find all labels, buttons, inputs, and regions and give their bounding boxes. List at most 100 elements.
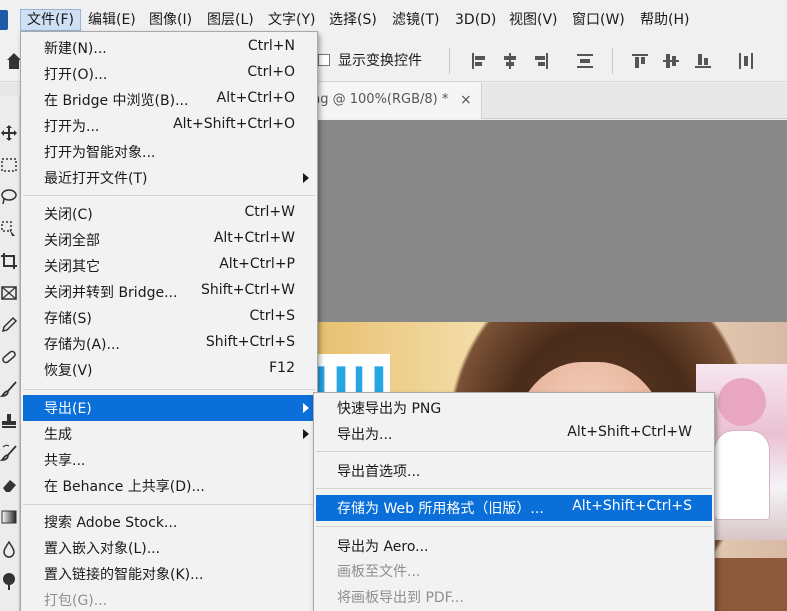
menu-window[interactable]: 窗口(W) [566,9,631,31]
menu-item-search-adobe-stock[interactable]: 搜索 Adobe Stock... [23,509,315,535]
menu-3d[interactable]: 3D(D) [449,9,502,31]
menu-select[interactable]: 选择(S) [323,9,383,31]
menu-item-label: 在 Behance 上共享(D)... [44,479,205,495]
menu-image[interactable]: 图像(I) [143,9,198,31]
menu-item-close-and-go-to-bridge[interactable]: 关闭并转到 Bridge... Shift+Ctrl+W [23,279,315,305]
options-separator [612,48,613,74]
menu-item-label: 关闭其它 [44,259,100,275]
document-tab[interactable]: ng @ 100%(RGB/8) * × [300,83,482,119]
menu-item-export-preferences[interactable]: 导出首选项... [316,458,712,484]
menu-item-label: 生成 [44,427,72,443]
menu-item-shortcut: Alt+Shift+Ctrl+O [173,116,295,132]
menu-item-label: 存储为 Web 所用格式（旧版）... [337,501,544,517]
export-submenu: 快速导出为 PNG 导出为... Alt+Shift+Ctrl+W 导出首选项..… [313,392,715,611]
align-left-icon[interactable] [469,51,489,71]
menu-item-shortcut: Ctrl+S [249,308,295,324]
tools-panel [0,96,20,611]
dodge-tool-icon[interactable] [0,572,18,590]
eyedropper-tool-icon[interactable] [0,316,18,334]
menu-item-open-as-smart-object[interactable]: 打开为智能对象... [23,139,315,165]
menu-item-shortcut: Alt+Shift+Ctrl+W [567,424,692,440]
menu-item-artboards-to-files[interactable]: 画板至文件... [316,558,712,584]
menu-filter[interactable]: 滤镜(T) [386,9,445,31]
menu-item-label: 置入嵌入对象(L)... [44,541,161,557]
menu-item-generate[interactable]: 生成 [23,421,315,447]
photoshop-logo-icon [0,10,8,30]
menu-item-new[interactable]: 新建(N)... Ctrl+N [23,35,315,61]
frame-tool-icon[interactable] [0,284,18,302]
menu-item-share-on-behance[interactable]: 在 Behance 上共享(D)... [23,473,315,499]
menu-item-close-others[interactable]: 关闭其它 Alt+Ctrl+P [23,253,315,279]
menu-item-open[interactable]: 打开(O)... Ctrl+O [23,61,315,87]
gradient-tool-icon[interactable] [0,508,18,526]
menu-item-export[interactable]: 导出(E) [23,395,315,421]
menu-item-artboards-to-pdf[interactable]: 将画板导出到 PDF... [316,584,712,610]
marquee-tool-icon[interactable] [0,156,18,174]
show-transform-controls-checkbox[interactable] [318,54,330,66]
menu-edit[interactable]: 编辑(E) [82,9,142,31]
image-anime-head [718,378,766,426]
blur-tool-icon[interactable] [0,540,18,558]
menu-item-save-as[interactable]: 存储为(A)... Shift+Ctrl+S [23,331,315,357]
menu-item-label: 导出为... [337,427,393,443]
menu-item-save-for-web-legacy[interactable]: 存储为 Web 所用格式（旧版）... Alt+Shift+Ctrl+S [316,495,712,521]
menu-item-label: 关闭全部 [44,233,100,249]
menu-item-label: 关闭(C) [44,207,93,223]
menu-item-place-linked[interactable]: 置入链接的智能对象(K)... [23,561,315,587]
clone-stamp-tool-icon[interactable] [0,412,18,430]
menu-item-label: 将画板导出到 PDF... [337,590,464,606]
align-right-icon[interactable] [531,51,551,71]
menu-layer[interactable]: 图层(L) [201,9,260,31]
align-horizontal-center-icon[interactable] [500,51,520,71]
menu-item-open-as[interactable]: 打开为... Alt+Shift+Ctrl+O [23,113,315,139]
align-vertical-center-icon[interactable] [661,51,681,71]
menu-item-package[interactable]: 打包(G)... [23,587,315,611]
menu-separator [316,526,712,527]
lasso-tool-icon[interactable] [0,188,18,206]
menu-item-label: 导出首选项... [337,464,421,480]
menu-view[interactable]: 视图(V) [503,9,564,31]
align-top-icon[interactable] [630,51,650,71]
menu-item-close-all[interactable]: 关闭全部 Alt+Ctrl+W [23,227,315,253]
brush-tool-icon[interactable] [0,380,18,398]
object-selection-tool-icon[interactable] [0,220,18,238]
menu-file[interactable]: 文件(F) [20,9,81,31]
healing-brush-tool-icon[interactable] [0,348,18,366]
distribute-vertical-icon[interactable] [575,51,595,71]
menu-item-share[interactable]: 共享... [23,447,315,473]
menu-item-save[interactable]: 存储(S) Ctrl+S [23,305,315,331]
align-bottom-icon[interactable] [693,51,713,71]
menu-item-label: 共享... [44,453,86,469]
menu-item-shortcut: Alt+Shift+Ctrl+S [572,498,692,514]
menu-item-quick-export-png[interactable]: 快速导出为 PNG [316,395,712,421]
submenu-arrow-icon [303,429,309,439]
menu-item-close[interactable]: 关闭(C) Ctrl+W [23,201,315,227]
crop-tool-icon[interactable] [0,252,18,270]
menu-item-shortcut: F12 [269,360,295,376]
menu-item-open-recent[interactable]: 最近打开文件(T) [23,165,315,191]
menu-item-label: 关闭并转到 Bridge... [44,285,178,301]
history-brush-tool-icon[interactable] [0,444,18,462]
menu-item-browse-in-bridge[interactable]: 在 Bridge 中浏览(B)... Alt+Ctrl+O [23,87,315,113]
tab-close-icon[interactable]: × [460,92,472,108]
menu-item-label: 打开(O)... [44,67,108,83]
menu-item-label: 恢复(V) [44,363,93,379]
menu-item-label: 在 Bridge 中浏览(B)... [44,93,189,109]
menu-item-shortcut: Ctrl+N [247,38,295,54]
menu-item-place-embedded[interactable]: 置入嵌入对象(L)... [23,535,315,561]
menu-item-export-as[interactable]: 导出为... Alt+Shift+Ctrl+W [316,421,712,447]
menu-item-export-to-aero[interactable]: 导出为 Aero... [316,533,712,559]
distribute-horizontal-icon[interactable] [736,51,756,71]
menu-item-revert[interactable]: 恢复(V) F12 [23,357,315,383]
menu-type[interactable]: 文字(Y) [262,9,321,31]
move-tool-icon[interactable] [0,124,18,142]
menu-item-label: 置入链接的智能对象(K)... [44,567,204,583]
menu-item-shortcut: Alt+Ctrl+P [219,256,295,272]
menu-item-label: 打开为... [44,119,100,135]
menu-item-shortcut: Ctrl+O [247,64,295,80]
menu-item-shortcut: Alt+Ctrl+W [213,230,295,246]
menu-item-label: 存储为(A)... [44,337,120,353]
menu-help[interactable]: 帮助(H) [634,9,695,31]
eraser-tool-icon[interactable] [0,476,18,494]
menu-item-label: 导出(E) [44,401,92,417]
